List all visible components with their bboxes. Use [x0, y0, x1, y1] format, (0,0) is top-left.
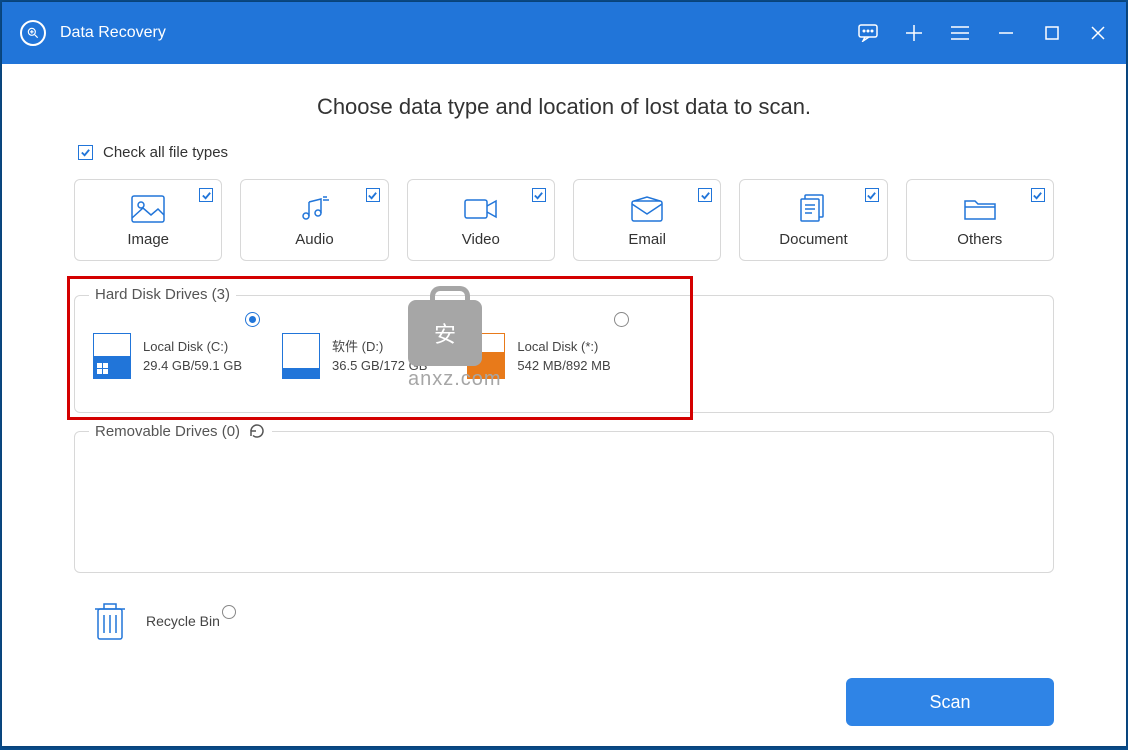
recycle-radio[interactable] — [222, 605, 236, 619]
drive-size: 36.5 GB/172 GB — [332, 356, 427, 376]
drive-radio[interactable] — [614, 312, 629, 327]
trash-icon — [92, 599, 128, 643]
drive-name: Local Disk (C:) — [143, 337, 242, 357]
filetype-label: Audio — [295, 231, 333, 248]
footer: Scan — [74, 658, 1054, 726]
drive-info: Local Disk (*:)542 MB/892 MB — [517, 337, 610, 376]
video-icon — [464, 193, 498, 225]
app-title: Data Recovery — [60, 24, 858, 42]
removable-title-text: Removable Drives (0) — [95, 423, 240, 440]
drive-info: 软件 (D:)36.5 GB/172 GB — [332, 337, 427, 376]
drive-size: 542 MB/892 MB — [517, 356, 610, 376]
filetype-image-checkbox[interactable] — [199, 188, 213, 202]
menu-icon[interactable] — [950, 23, 970, 43]
page-heading: Choose data type and location of lost da… — [74, 94, 1054, 120]
disk-icon — [467, 333, 505, 379]
drive-item[interactable]: Local Disk (C:)29.4 GB/59.1 GB — [93, 318, 242, 394]
minimize-icon[interactable] — [996, 23, 1016, 43]
hdd-section-title: Hard Disk Drives (3) — [89, 286, 236, 303]
filetype-document[interactable]: Document — [739, 179, 887, 261]
filetype-label: Document — [779, 231, 847, 248]
filetype-others-checkbox[interactable] — [1031, 188, 1045, 202]
drive-item[interactable]: 软件 (D:)36.5 GB/172 GB — [282, 318, 427, 394]
check-all-label: Check all file types — [103, 144, 228, 161]
recycle-bin-row[interactable]: Recycle Bin — [74, 599, 1054, 643]
recycle-label: Recycle Bin — [146, 613, 220, 629]
removable-drives — [93, 454, 1035, 554]
removable-section: Removable Drives (0) — [74, 431, 1054, 573]
audio-icon — [299, 193, 329, 225]
drive-radio[interactable] — [430, 312, 445, 327]
filetype-label: Video — [462, 231, 500, 248]
filetype-label: Email — [628, 231, 666, 248]
removable-section-title: Removable Drives (0) — [89, 422, 272, 440]
filetype-email-checkbox[interactable] — [698, 188, 712, 202]
filetype-label: Image — [127, 231, 169, 248]
feedback-icon[interactable] — [858, 23, 878, 43]
image-icon — [131, 193, 165, 225]
drive-info: Local Disk (C:)29.4 GB/59.1 GB — [143, 337, 242, 376]
main-content: Choose data type and location of lost da… — [2, 64, 1126, 746]
filetype-cards: Image Audio Video Email Document — [74, 179, 1054, 261]
drive-item[interactable]: Local Disk (*:)542 MB/892 MB — [467, 318, 610, 394]
filetype-image[interactable]: Image — [74, 179, 222, 261]
close-icon[interactable] — [1088, 23, 1108, 43]
filetype-video-checkbox[interactable] — [532, 188, 546, 202]
disk-icon — [282, 333, 320, 379]
app-logo-icon — [20, 20, 46, 46]
filetype-email[interactable]: Email — [573, 179, 721, 261]
hdd-section: Hard Disk Drives (3) Local Disk (C:)29.4… — [74, 295, 1054, 413]
hdd-drives: Local Disk (C:)29.4 GB/59.1 GB 软件 (D:)36.… — [93, 318, 1035, 394]
check-all-checkbox[interactable] — [78, 145, 93, 160]
filetype-others[interactable]: Others — [906, 179, 1054, 261]
window-controls — [858, 23, 1108, 43]
folder-icon — [964, 193, 996, 225]
plus-icon[interactable] — [904, 23, 924, 43]
disk-icon — [93, 333, 131, 379]
titlebar: Data Recovery — [2, 2, 1126, 64]
scan-button[interactable]: Scan — [846, 678, 1054, 726]
filetype-audio[interactable]: Audio — [240, 179, 388, 261]
drive-radio[interactable] — [245, 312, 260, 327]
filetype-audio-checkbox[interactable] — [366, 188, 380, 202]
document-icon — [798, 193, 828, 225]
filetype-video[interactable]: Video — [407, 179, 555, 261]
app-window: Data Recovery Choose data type and locat… — [2, 2, 1126, 746]
drive-name: 软件 (D:) — [332, 337, 427, 357]
check-all-row[interactable]: Check all file types — [74, 144, 1054, 161]
filetype-label: Others — [957, 231, 1002, 248]
maximize-icon[interactable] — [1042, 23, 1062, 43]
drive-size: 29.4 GB/59.1 GB — [143, 356, 242, 376]
refresh-icon[interactable] — [248, 422, 266, 440]
filetype-document-checkbox[interactable] — [865, 188, 879, 202]
drive-name: Local Disk (*:) — [517, 337, 610, 357]
email-icon — [631, 193, 663, 225]
